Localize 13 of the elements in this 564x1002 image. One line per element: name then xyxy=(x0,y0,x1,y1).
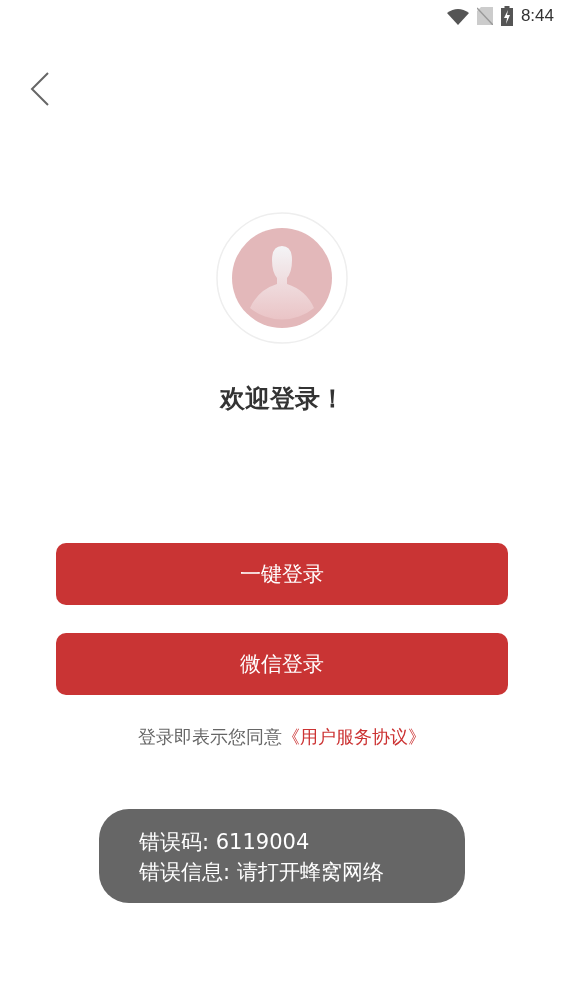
sim-icon xyxy=(476,7,493,25)
welcome-title: 欢迎登录！ xyxy=(218,383,346,415)
agreement-link[interactable]: 《用户服务协议》 xyxy=(282,726,426,747)
battery-icon xyxy=(500,6,513,26)
agreement-text: 登录即表示您同意《用户服务协议》 xyxy=(137,725,427,749)
avatar-icon xyxy=(216,212,348,344)
login-button[interactable]: 一键登录 xyxy=(56,543,508,605)
error-message: 错误信息: 请打开蜂窝网络 xyxy=(139,859,385,886)
back-icon[interactable] xyxy=(30,72,50,106)
login-button[interactable]: 微信登录 xyxy=(56,633,508,695)
error-message: 错误码: 6119004 xyxy=(139,829,311,856)
status-time: 8:44 xyxy=(520,6,554,26)
wifi-icon xyxy=(446,7,469,25)
